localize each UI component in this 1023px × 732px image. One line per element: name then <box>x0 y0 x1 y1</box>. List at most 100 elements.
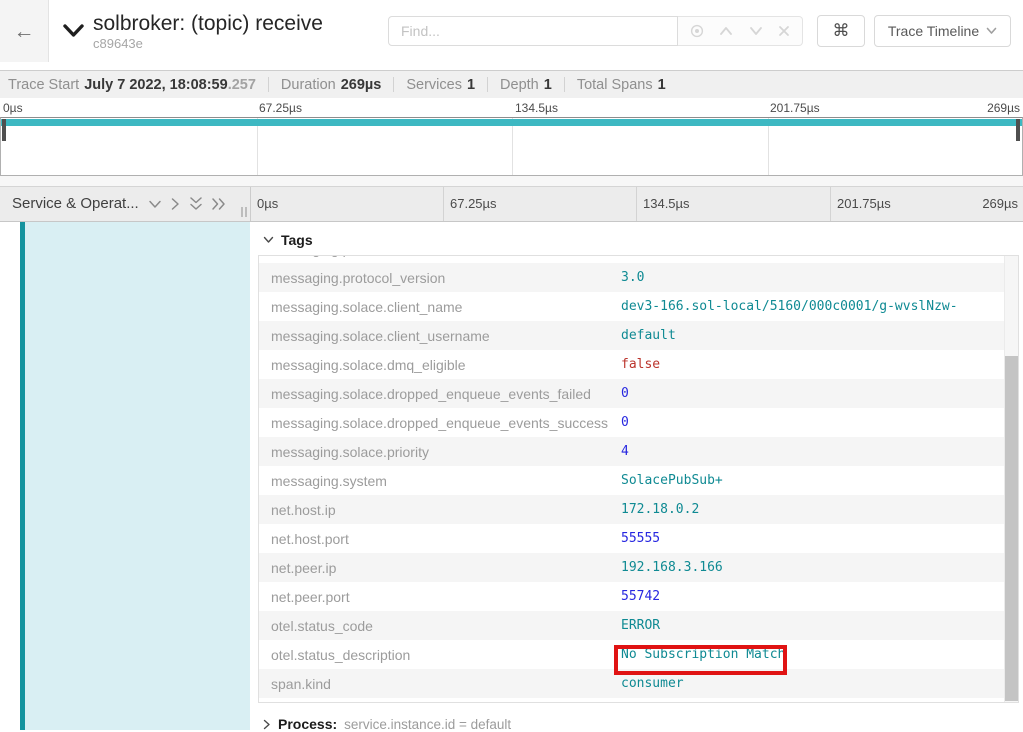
clear-find-icon[interactable] <box>778 25 790 37</box>
grid-line <box>257 118 258 175</box>
total-spans-label: Total Spans <box>577 77 653 93</box>
find-input[interactable] <box>388 16 678 46</box>
tag-value: ERROR <box>621 618 660 633</box>
keyboard-shortcuts-button[interactable]: ⌘ <box>817 15 865 47</box>
back-arrow-icon: ← <box>14 21 35 42</box>
focus-match-icon[interactable] <box>690 24 704 38</box>
tag-key: otel.status_code <box>259 618 621 634</box>
tag-value: 55555 <box>621 531 660 546</box>
depth-label: Depth <box>500 77 539 93</box>
prev-result-icon[interactable] <box>719 26 733 36</box>
chevron-right-icon <box>263 719 271 730</box>
grid-line <box>768 118 769 175</box>
tag-row: messaging.protocolSMF <box>259 256 1004 263</box>
tag-row: messaging.solace.client_namedev3-166.sol… <box>259 292 1004 321</box>
command-icon: ⌘ <box>833 21 850 41</box>
chevron-down-icon <box>986 27 997 35</box>
tag-value: 55742 <box>621 589 660 604</box>
tag-row: messaging.solace.priority4 <box>259 437 1004 466</box>
find-addon-group <box>678 16 803 46</box>
service-operation-column-label: Service & Operat... <box>12 187 139 221</box>
timeline-column-header: Service & Operat... 0µs67.25µs134.5µs201… <box>0 186 1023 222</box>
tag-row: messaging.protocol_version3.0 <box>259 263 1004 292</box>
expand-all-icon[interactable] <box>212 197 226 211</box>
tag-value: 3.0 <box>621 270 644 285</box>
tags-section-toggle[interactable]: Tags <box>263 231 1023 249</box>
tag-value: 4 <box>621 444 629 459</box>
view-selector-button[interactable]: Trace Timeline <box>874 15 1011 47</box>
expand-one-icon[interactable] <box>171 197 180 211</box>
tag-key: otel.status_description <box>259 647 621 663</box>
tag-key: messaging.solace.client_name <box>259 299 621 315</box>
tags-table: messaging.protocolSMFmessaging.protocol_… <box>258 255 1019 703</box>
chevron-down-icon <box>263 236 274 244</box>
tag-row: span.kindconsumer <box>259 669 1004 698</box>
tag-value: 0 <box>621 415 629 430</box>
grid-line <box>636 187 637 221</box>
tag-key: messaging.system <box>259 473 621 489</box>
trace-start-value: July 7 2022, 18:08:59 <box>84 77 228 93</box>
minimap-span-bar <box>1 119 1022 126</box>
services-label: Services <box>406 77 462 93</box>
trace-collapse-toggle[interactable] <box>60 24 86 38</box>
tag-value: default <box>621 328 676 343</box>
tag-key: net.peer.ip <box>259 560 621 576</box>
separator <box>268 77 269 92</box>
duration-label: Duration <box>281 77 336 93</box>
next-result-icon[interactable] <box>749 26 763 36</box>
time-tick-label: 0µs <box>257 187 278 221</box>
chevron-down-icon <box>63 24 84 38</box>
span-detail-panel: Tags messaging.protocolSMFmessaging.prot… <box>250 222 1023 730</box>
tags-scroll-viewport: messaging.protocolSMFmessaging.protocol_… <box>259 256 1004 702</box>
time-tick-label: 134.5µs <box>515 101 558 115</box>
tag-row: net.host.port55555 <box>259 524 1004 553</box>
tag-key: net.peer.port <box>259 589 621 605</box>
separator <box>393 77 394 92</box>
trace-page-header: ← solbroker: (topic) receive c89643e ⌘ T… <box>0 0 1023 62</box>
tag-row: net.peer.ip192.168.3.166 <box>259 553 1004 582</box>
collapse-all-icon[interactable] <box>189 197 203 211</box>
tag-key: messaging.solace.client_username <box>259 328 621 344</box>
tag-value: SolacePubSub+ <box>621 473 723 488</box>
time-tick-label: 269µs <box>987 101 1020 115</box>
process-value: service.instance.id = default <box>344 717 511 732</box>
time-tick-label: 67.25µs <box>259 101 302 115</box>
grid-line <box>512 118 513 175</box>
time-tick-label: 201.75µs <box>770 101 820 115</box>
trace-start-label: Trace Start <box>8 77 79 93</box>
tag-key: messaging.solace.dmq_eligible <box>259 357 621 373</box>
tag-value: 172.18.0.2 <box>621 502 699 517</box>
grid-line <box>443 187 444 221</box>
trace-start-ms: .257 <box>228 77 256 93</box>
minimap-right-drag-handle[interactable] <box>1016 119 1020 141</box>
time-tick-label: 269µs <box>982 187 1018 221</box>
minimap-time-ruler: 0µs 67.25µs 134.5µs 201.75µs 269µs <box>0 98 1023 117</box>
tag-row: net.peer.port55742 <box>259 582 1004 611</box>
tag-key: messaging.solace.priority <box>259 444 621 460</box>
tag-value-highlighted: No Subscription Match <box>621 647 785 662</box>
tag-key: messaging.solace.dropped_enqueue_events_… <box>259 415 621 431</box>
timeline-minimap[interactable] <box>0 117 1023 176</box>
selected-span-row[interactable] <box>25 222 250 730</box>
tag-value: dev3-166.sol-local/5160/000c0001/g-wvslN… <box>621 299 958 314</box>
depth-value: 1 <box>544 77 552 93</box>
scrollbar-thumb[interactable] <box>1005 356 1018 701</box>
column-divider <box>250 187 251 221</box>
minimap-left-drag-handle[interactable] <box>2 119 6 141</box>
tag-row: otel.status_codeERROR <box>259 611 1004 640</box>
view-selector-label: Trace Timeline <box>888 23 979 39</box>
time-tick-label: 0µs <box>3 101 23 115</box>
tag-key: net.host.port <box>259 531 621 547</box>
tag-key: messaging.solace.dropped_enqueue_events_… <box>259 386 621 402</box>
tag-value: false <box>621 357 660 372</box>
back-button[interactable]: ← <box>0 0 49 62</box>
tag-row: messaging.solace.dropped_enqueue_events_… <box>259 408 1004 437</box>
tag-value: 192.168.3.166 <box>621 560 723 575</box>
column-resizer-handle[interactable] <box>241 207 247 217</box>
tag-row: messaging.solace.dropped_enqueue_events_… <box>259 379 1004 408</box>
header-spacer <box>0 62 1023 70</box>
tag-row: messaging.systemSolacePubSub+ <box>259 466 1004 495</box>
collapse-one-icon[interactable] <box>148 200 162 209</box>
tags-scrollbar[interactable] <box>1004 256 1018 702</box>
trace-id: c89643e <box>93 36 323 52</box>
